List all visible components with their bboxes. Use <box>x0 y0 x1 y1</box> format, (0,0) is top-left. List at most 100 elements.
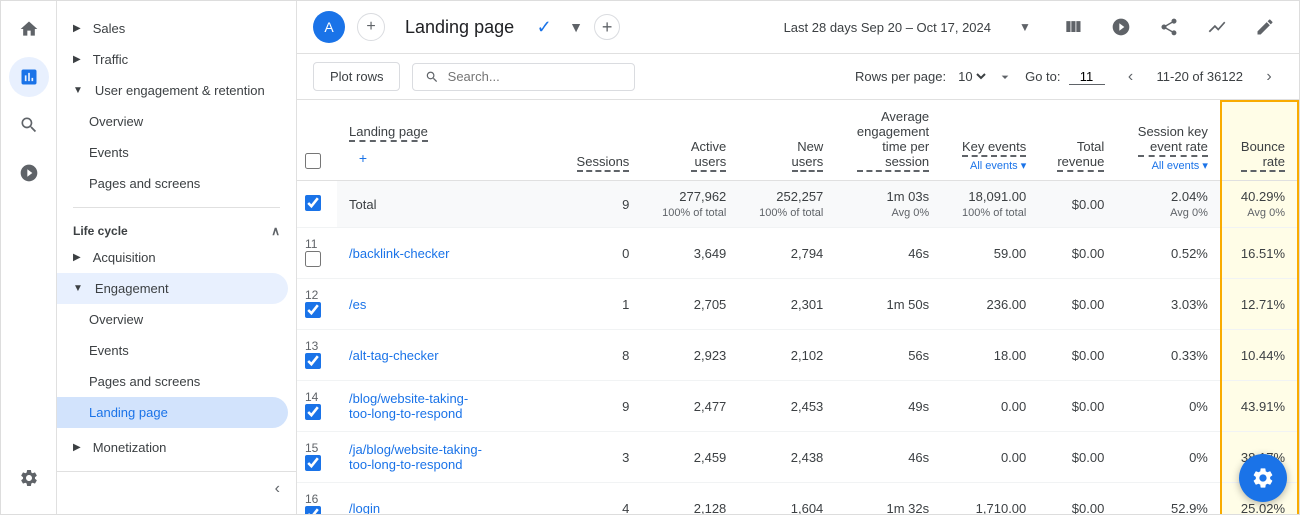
table-row: 16 /login 4 2,128 1,604 1m 32s 1,710.00 … <box>297 483 1298 515</box>
plot-rows-button[interactable]: Plot rows <box>313 62 400 91</box>
row-11-new-users: 2,794 <box>738 228 835 279</box>
row-16-avg-engagement: 1m 32s <box>835 483 941 515</box>
lifecycle-header: Life cycle ∧ <box>57 216 296 242</box>
sidebar-item-pages-screens-2[interactable]: Pages and screens <box>57 366 288 397</box>
row-15-active-users: 2,459 <box>641 432 738 483</box>
line-chart-icon[interactable] <box>1199 9 1235 45</box>
rows-per-page-select[interactable]: 10 25 50 <box>954 68 989 85</box>
table-container: Landing page + Sessions Activeusers <box>297 100 1299 514</box>
add-view-button[interactable]: + <box>357 13 385 41</box>
row-15-revenue: $0.00 <box>1038 432 1116 483</box>
row-13-new-users: 2,102 <box>738 330 835 381</box>
total-row-checkbox[interactable] <box>305 195 321 211</box>
search-icon <box>425 69 439 85</box>
target-nav-icon[interactable] <box>9 153 49 193</box>
row-13-num: 13 <box>305 339 318 353</box>
th-session-key-rate: Session keyevent rate All events ▾ <box>1116 101 1221 181</box>
row-16-checkbox[interactable] <box>305 506 321 514</box>
select-all-checkbox[interactable] <box>305 153 321 169</box>
edit-icon[interactable] <box>1247 9 1283 45</box>
row-13-page: /alt-tag-checker <box>337 330 557 381</box>
row-16-page-link[interactable]: /login <box>349 501 380 515</box>
date-dropdown-btn[interactable]: ▼ <box>1007 9 1043 45</box>
row-12-revenue: $0.00 <box>1038 279 1116 330</box>
th-landing-page-label: Landing page <box>349 124 428 142</box>
th-active-users: Activeusers <box>641 101 738 181</box>
sidebar-item-events-1[interactable]: Events <box>57 137 288 168</box>
row-11-session-key-rate: 0.52% <box>1116 228 1221 279</box>
title-add-btn[interactable]: + <box>594 14 620 40</box>
row-11-bounce-rate: 16.51% <box>1221 228 1298 279</box>
add-col-icon[interactable]: + <box>349 144 377 172</box>
go-to-input[interactable] <box>1069 69 1105 85</box>
row-13-page-link[interactable]: /alt-tag-checker <box>349 348 439 363</box>
row-13-revenue: $0.00 <box>1038 330 1116 381</box>
total-row-session-key-rate: 2.04% Avg 0% <box>1116 181 1221 228</box>
row-13-sessions: 8 <box>557 330 641 381</box>
analytics-icon[interactable] <box>9 57 49 97</box>
total-new-users-sub: 100% of total <box>759 207 823 219</box>
row-12-key-events: 236.00 <box>941 279 1038 330</box>
settings-fab-button[interactable] <box>1239 454 1287 502</box>
row-11-page-link[interactable]: /backlink-checker <box>349 246 449 261</box>
row-14-checkbox-cell: 14 <box>297 381 337 432</box>
total-row-key-events: 18,091.00 100% of total <box>941 181 1038 228</box>
rows-per-page-label: Rows per page: <box>855 69 946 84</box>
row-11-num: 11 <box>305 237 317 251</box>
row-14-sessions: 9 <box>557 381 641 432</box>
columns-icon[interactable] <box>1055 9 1091 45</box>
sidebar-item-overview-2-label: Overview <box>89 312 143 327</box>
th-key-events: Key events All events ▾ <box>941 101 1038 181</box>
row-14-active-users: 2,477 <box>641 381 738 432</box>
sidebar-icon-bar <box>1 1 57 514</box>
title-actions: ✓ ▼ + <box>530 13 620 41</box>
row-12-sessions: 1 <box>557 279 641 330</box>
settings-nav-icon[interactable] <box>9 458 49 498</box>
sidebar-item-user-engagement[interactable]: ▼ User engagement & retention <box>57 75 288 106</box>
search-nav-icon[interactable] <box>9 105 49 145</box>
row-15-sessions: 3 <box>557 432 641 483</box>
row-14-page-link[interactable]: /blog/website-taking-too-long-to-respond <box>349 391 468 421</box>
row-11-checkbox[interactable] <box>305 251 321 267</box>
sidebar-item-landing-page[interactable]: Landing page <box>57 397 288 428</box>
sidebar-item-overview-1[interactable]: Overview <box>57 106 288 137</box>
home-icon[interactable] <box>9 9 49 49</box>
row-13-checkbox[interactable] <box>305 353 321 369</box>
row-12-active-users: 2,705 <box>641 279 738 330</box>
next-page-button[interactable]: › <box>1255 63 1283 91</box>
row-11-sessions: 0 <box>557 228 641 279</box>
acquisition-arrow-icon: ▶ <box>73 252 81 263</box>
sidebar-item-acquisition[interactable]: ▶ Acquisition <box>57 242 288 273</box>
sidebar-item-monetization[interactable]: ▶ Monetization <box>57 432 288 463</box>
row-12-checkbox[interactable] <box>305 302 321 318</box>
th-session-key-rate-filter[interactable]: All events ▾ <box>1152 159 1208 172</box>
share-icon[interactable] <box>1151 9 1187 45</box>
row-14-checkbox[interactable] <box>305 404 321 420</box>
sidebar-item-sales[interactable]: ▶ Sales <box>57 13 288 44</box>
compare-icon[interactable] <box>1103 9 1139 45</box>
sidebar-item-pages-screens-1[interactable]: Pages and screens <box>57 168 288 199</box>
total-row-active-users: 277,962 100% of total <box>641 181 738 228</box>
row-15-checkbox-cell: 15 <box>297 432 337 483</box>
search-input[interactable] <box>448 69 622 84</box>
row-12-page-link[interactable]: /es <box>349 297 366 312</box>
row-16-active-users: 2,128 <box>641 483 738 515</box>
row-11-key-events: 59.00 <box>941 228 1038 279</box>
row-15-page-link[interactable]: /ja/blog/website-taking-too-long-to-resp… <box>349 442 482 472</box>
sidebar-item-events-2[interactable]: Events <box>57 335 288 366</box>
lifecycle-chevron-icon[interactable]: ∧ <box>271 224 280 238</box>
sidebar-item-landing-page-label: Landing page <box>89 405 168 420</box>
row-13-avg-engagement: 56s <box>835 330 941 381</box>
th-key-events-filter[interactable]: All events ▾ <box>970 159 1026 172</box>
th-avg-engagement-label: Averageengagementtime persession <box>857 109 929 172</box>
title-dropdown-btn[interactable]: ▼ <box>562 13 590 41</box>
prev-page-button[interactable]: ‹ <box>1117 63 1145 91</box>
sidebar-item-engagement[interactable]: ▼ Engagement <box>57 273 288 304</box>
sidebar-item-traffic[interactable]: ▶ Traffic <box>57 44 288 75</box>
go-to-label: Go to: <box>1025 69 1060 84</box>
app-container: ▶ Sales ▶ Traffic ▼ User engagement & re… <box>0 0 1300 515</box>
row-15-checkbox[interactable] <box>305 455 321 471</box>
sidebar-item-overview-2[interactable]: Overview <box>57 304 288 335</box>
sidebar-collapse-btn[interactable]: ‹ <box>57 471 296 506</box>
page-title: Landing page <box>405 17 514 38</box>
